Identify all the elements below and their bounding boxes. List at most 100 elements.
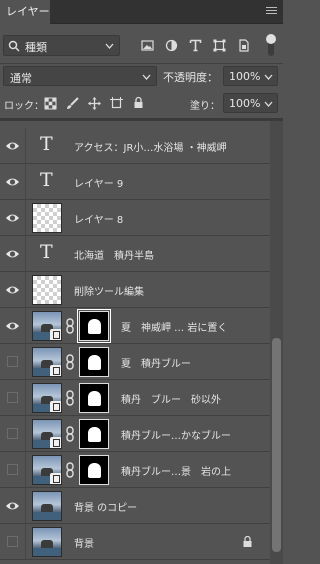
brush-lock-icon[interactable]	[66, 97, 79, 110]
layer-lock-icon	[243, 536, 252, 547]
lock-label: ロック：	[4, 101, 44, 112]
visibility-eye-icon[interactable]	[5, 247, 20, 261]
layer-row[interactable]: T レイヤー 9	[0, 164, 270, 200]
chevron-down-icon	[105, 43, 114, 49]
divider	[0, 118, 283, 121]
text-layer-icon: T	[40, 241, 53, 263]
divider	[25, 272, 26, 308]
layer-row[interactable]: 削除ツール編集	[0, 272, 270, 308]
tab-layers[interactable]: レイヤー	[0, 0, 50, 24]
layer-thumbnail	[32, 383, 62, 413]
move-lock-icon[interactable]	[88, 97, 101, 110]
smart-object-badge-icon	[50, 365, 61, 376]
layer-row[interactable]: T 北海道 積丹半島	[0, 236, 270, 272]
layer-row[interactable]: T アクセス：JR小…水浴場 ・神威岬	[0, 128, 270, 164]
divider	[25, 488, 26, 524]
divider	[25, 200, 26, 236]
smart-object-badge-icon	[50, 401, 61, 412]
layer-thumbnail	[32, 491, 62, 521]
chain-link-icon[interactable]	[65, 318, 75, 334]
visibility-eye-icon[interactable]	[5, 211, 20, 225]
lock-transparency-icon[interactable]	[44, 97, 57, 110]
blend-mode-select[interactable]: 通常	[3, 66, 157, 86]
layer-row[interactable]: 背景 のコピー	[0, 488, 270, 524]
panel-menu-icon[interactable]	[266, 7, 277, 16]
fill-label: 塗り：	[190, 101, 220, 112]
layer-mask-thumbnail[interactable]	[79, 455, 109, 485]
smart-object-badge-icon	[50, 329, 61, 340]
layer-thumbnail	[32, 347, 62, 377]
lock-all-icon[interactable]	[132, 96, 145, 109]
visibility-toggle[interactable]	[7, 356, 18, 367]
fill-value: 100%	[229, 97, 261, 110]
divider	[25, 452, 26, 488]
layer-thumbnail	[32, 203, 62, 233]
blend-row: 通常 不透明度： 100%	[0, 64, 283, 89]
chevron-down-icon	[264, 101, 273, 107]
layer-name: レイヤー 8	[74, 215, 124, 226]
layer-thumbnail	[32, 455, 62, 485]
layer-name: 背景	[74, 539, 94, 550]
artboard-lock-icon[interactable]	[110, 97, 123, 110]
visibility-eye-icon[interactable]	[5, 283, 20, 297]
visibility-eye-icon[interactable]	[5, 499, 20, 513]
chain-link-icon[interactable]	[65, 354, 75, 370]
divider	[25, 236, 26, 272]
layer-row[interactable]: 背景	[0, 524, 270, 560]
opacity-label: 不透明度：	[163, 71, 218, 84]
layer-mask-thumbnail[interactable]	[79, 383, 109, 413]
filter-row: 種類	[0, 24, 283, 64]
text-layer-icon: T	[40, 169, 53, 191]
layer-name: 背景 のコピー	[74, 503, 138, 514]
scrollbar-thumb[interactable]	[272, 338, 281, 552]
layer-name: 積丹ブルー…景 岩の上	[121, 467, 231, 478]
divider	[25, 308, 26, 344]
layer-row[interactable]: 積丹ブルー…景 岩の上	[0, 452, 270, 488]
visibility-eye-icon[interactable]	[5, 319, 20, 333]
panel-tab-bar: レイヤー	[0, 0, 283, 24]
type-filter-icon[interactable]	[189, 39, 202, 52]
adjustment-filter-icon[interactable]	[165, 39, 178, 52]
fill-field[interactable]: 100%	[223, 93, 278, 113]
layer-row[interactable]: 夏 積丹ブルー	[0, 344, 270, 380]
visibility-eye-icon[interactable]	[5, 175, 20, 189]
layer-thumbnail	[32, 275, 62, 305]
opacity-value: 100%	[229, 70, 261, 83]
divider	[25, 344, 26, 380]
visibility-toggle[interactable]	[7, 536, 18, 547]
layer-mask-thumbnail[interactable]	[77, 309, 111, 343]
smart-object-filter-icon[interactable]	[237, 39, 250, 52]
shape-filter-icon[interactable]	[213, 39, 226, 52]
visibility-eye-icon[interactable]	[5, 139, 20, 153]
smart-object-badge-icon	[50, 473, 61, 484]
layer-row[interactable]: レイヤー 8	[0, 200, 270, 236]
layer-row[interactable]: 積丹ブルー…かなブルー	[0, 416, 270, 452]
layer-row[interactable]: 夏 神威岬 … 岩に置く	[0, 308, 270, 344]
layer-mask-thumbnail[interactable]	[79, 347, 109, 377]
chain-link-icon[interactable]	[65, 426, 75, 442]
chain-link-icon[interactable]	[65, 390, 75, 406]
layer-mask-thumbnail[interactable]	[79, 419, 109, 449]
visibility-toggle[interactable]	[7, 464, 18, 475]
layer-name: 積丹ブルー…かなブルー	[121, 431, 231, 442]
visibility-toggle[interactable]	[7, 392, 18, 403]
layer-name: 夏 神威岬 … 岩に置く	[121, 323, 228, 334]
layer-thumbnail	[32, 311, 62, 341]
divider	[25, 164, 26, 200]
chevron-down-icon	[264, 74, 273, 80]
layer-row[interactable]: 積丹 ブルー 砂以外	[0, 380, 270, 416]
opacity-field[interactable]: 100%	[223, 66, 278, 86]
layer-name: 積丹 ブルー 砂以外	[121, 395, 221, 406]
image-filter-icon[interactable]	[141, 39, 154, 52]
layer-name: レイヤー 9	[74, 179, 124, 190]
filter-toggle-switch[interactable]	[266, 34, 276, 56]
blend-mode-value: 通常	[10, 72, 32, 85]
visibility-toggle[interactable]	[7, 428, 18, 439]
filter-kind-select[interactable]: 種類	[3, 35, 120, 56]
smart-object-badge-icon	[50, 437, 61, 448]
layer-name: アクセス：JR小…水浴場 ・神威岬	[74, 143, 227, 154]
chain-link-icon[interactable]	[65, 462, 75, 478]
filter-kind-label: 種類	[25, 41, 47, 54]
divider	[25, 524, 26, 560]
search-icon	[8, 40, 20, 52]
